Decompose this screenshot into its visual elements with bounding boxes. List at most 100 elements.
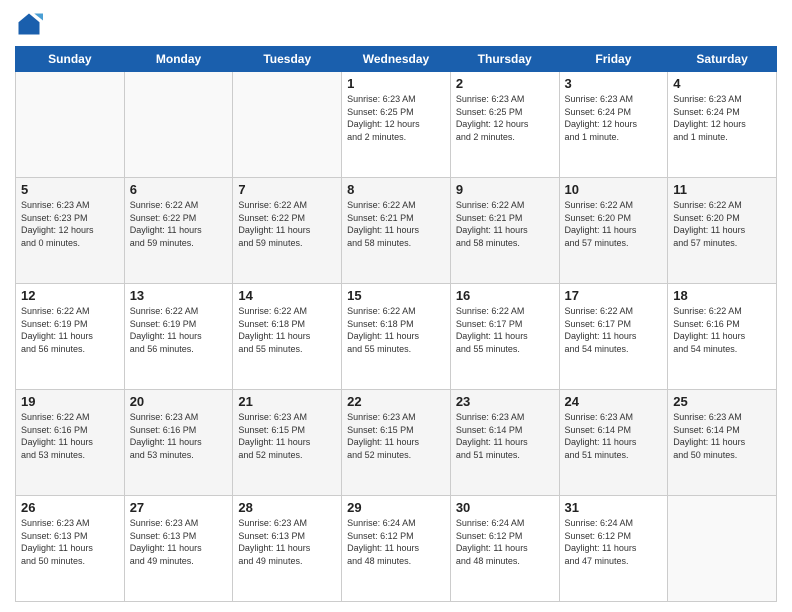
calendar-cell: 9 Sunrise: 6:22 AM Sunset: 6:21 PM Daylig… <box>450 178 559 284</box>
calendar-cell: 11Sunrise: 6:22 AM Sunset: 6:20 PM Dayli… <box>668 178 777 284</box>
day-info: Sunrise: 6:22 AM Sunset: 6:16 PM Dayligh… <box>673 305 771 355</box>
weekday-header-saturday: Saturday <box>668 47 777 72</box>
day-info: Sunrise: 6:23 AM Sunset: 6:15 PM Dayligh… <box>347 411 445 461</box>
calendar-cell: 15 Sunrise: 6:22 AM Sunset: 6:18 PM Dayli… <box>342 284 451 390</box>
day-number: 15 <box>347 288 445 303</box>
weekday-header-friday: Friday <box>559 47 668 72</box>
calendar-cell: 14 Sunrise: 6:22 AM Sunset: 6:18 PM Dayli… <box>233 284 342 390</box>
calendar-cell: 21 Sunrise: 6:23 AM Sunset: 6:15 PM Dayli… <box>233 390 342 496</box>
calendar-cell: 23 Sunrise: 6:23 AM Sunset: 6:14 PM Dayli… <box>450 390 559 496</box>
weekday-header-wednesday: Wednesday <box>342 47 451 72</box>
day-number: 3 <box>565 76 663 91</box>
day-number: 11 <box>673 182 771 197</box>
calendar-week-3: 19 Sunrise: 6:22 AM Sunset: 6:16 PM Dayli… <box>16 390 777 496</box>
calendar-cell: 6 Sunrise: 6:22 AM Sunset: 6:22 PM Daylig… <box>124 178 233 284</box>
calendar-cell: 20 Sunrise: 6:23 AM Sunset: 6:16 PM Dayli… <box>124 390 233 496</box>
calendar-cell: 2 Sunrise: 6:23 AM Sunset: 6:25 PM Daylig… <box>450 72 559 178</box>
day-number: 20 <box>130 394 228 409</box>
day-number: 24 <box>565 394 663 409</box>
day-info: Sunrise: 6:22 AM Sunset: 6:18 PM Dayligh… <box>347 305 445 355</box>
day-info: Sunrise: 6:24 AM Sunset: 6:12 PM Dayligh… <box>347 517 445 567</box>
day-number: 7 <box>238 182 336 197</box>
logo-icon <box>15 10 43 38</box>
day-number: 2 <box>456 76 554 91</box>
day-number: 9 <box>456 182 554 197</box>
day-number: 23 <box>456 394 554 409</box>
weekday-header-sunday: Sunday <box>16 47 125 72</box>
weekday-header-row: SundayMondayTuesdayWednesdayThursdayFrid… <box>16 47 777 72</box>
day-info: Sunrise: 6:23 AM Sunset: 6:13 PM Dayligh… <box>238 517 336 567</box>
day-number: 10 <box>565 182 663 197</box>
weekday-header-tuesday: Tuesday <box>233 47 342 72</box>
day-number: 27 <box>130 500 228 515</box>
header <box>15 10 777 38</box>
day-info: Sunrise: 6:22 AM Sunset: 6:22 PM Dayligh… <box>238 199 336 249</box>
calendar-cell: 29 Sunrise: 6:24 AM Sunset: 6:12 PM Dayli… <box>342 496 451 602</box>
calendar-cell: 1 Sunrise: 6:23 AM Sunset: 6:25 PM Daylig… <box>342 72 451 178</box>
calendar-week-2: 12 Sunrise: 6:22 AM Sunset: 6:19 PM Dayli… <box>16 284 777 390</box>
calendar-cell: 25 Sunrise: 6:23 AM Sunset: 6:14 PM Dayli… <box>668 390 777 496</box>
calendar-cell: 26 Sunrise: 6:23 AM Sunset: 6:13 PM Dayli… <box>16 496 125 602</box>
day-info: Sunrise: 6:23 AM Sunset: 6:14 PM Dayligh… <box>673 411 771 461</box>
day-number: 19 <box>21 394 119 409</box>
day-info: Sunrise: 6:22 AM Sunset: 6:22 PM Dayligh… <box>130 199 228 249</box>
day-number: 12 <box>21 288 119 303</box>
day-info: Sunrise: 6:23 AM Sunset: 6:24 PM Dayligh… <box>565 93 663 143</box>
calendar-cell: 19 Sunrise: 6:22 AM Sunset: 6:16 PM Dayli… <box>16 390 125 496</box>
day-info: Sunrise: 6:24 AM Sunset: 6:12 PM Dayligh… <box>565 517 663 567</box>
day-info: Sunrise: 6:23 AM Sunset: 6:13 PM Dayligh… <box>130 517 228 567</box>
day-number: 1 <box>347 76 445 91</box>
calendar-cell: 7 Sunrise: 6:22 AM Sunset: 6:22 PM Daylig… <box>233 178 342 284</box>
day-number: 6 <box>130 182 228 197</box>
day-info: Sunrise: 6:23 AM Sunset: 6:14 PM Dayligh… <box>565 411 663 461</box>
day-number: 28 <box>238 500 336 515</box>
calendar-cell <box>124 72 233 178</box>
day-info: Sunrise: 6:22 AM Sunset: 6:20 PM Dayligh… <box>565 199 663 249</box>
day-info: Sunrise: 6:22 AM Sunset: 6:16 PM Dayligh… <box>21 411 119 461</box>
day-info: Sunrise: 6:23 AM Sunset: 6:14 PM Dayligh… <box>456 411 554 461</box>
day-info: Sunrise: 6:22 AM Sunset: 6:18 PM Dayligh… <box>238 305 336 355</box>
day-info: Sunrise: 6:23 AM Sunset: 6:25 PM Dayligh… <box>456 93 554 143</box>
calendar-cell: 28 Sunrise: 6:23 AM Sunset: 6:13 PM Dayli… <box>233 496 342 602</box>
day-number: 25 <box>673 394 771 409</box>
calendar-cell <box>233 72 342 178</box>
day-info: Sunrise: 6:23 AM Sunset: 6:16 PM Dayligh… <box>130 411 228 461</box>
day-info: Sunrise: 6:23 AM Sunset: 6:15 PM Dayligh… <box>238 411 336 461</box>
day-info: Sunrise: 6:22 AM Sunset: 6:17 PM Dayligh… <box>565 305 663 355</box>
day-number: 26 <box>21 500 119 515</box>
day-info: Sunrise: 6:23 AM Sunset: 6:13 PM Dayligh… <box>21 517 119 567</box>
calendar-cell: 17Sunrise: 6:22 AM Sunset: 6:17 PM Dayli… <box>559 284 668 390</box>
day-info: Sunrise: 6:22 AM Sunset: 6:21 PM Dayligh… <box>456 199 554 249</box>
day-info: Sunrise: 6:23 AM Sunset: 6:24 PM Dayligh… <box>673 93 771 143</box>
calendar-cell: 12 Sunrise: 6:22 AM Sunset: 6:19 PM Dayli… <box>16 284 125 390</box>
calendar-cell: 13Sunrise: 6:22 AM Sunset: 6:19 PM Dayli… <box>124 284 233 390</box>
day-number: 21 <box>238 394 336 409</box>
day-number: 16 <box>456 288 554 303</box>
calendar-cell: 30 Sunrise: 6:24 AM Sunset: 6:12 PM Dayli… <box>450 496 559 602</box>
calendar: SundayMondayTuesdayWednesdayThursdayFrid… <box>15 46 777 602</box>
day-number: 4 <box>673 76 771 91</box>
calendar-cell: 8Sunrise: 6:22 AM Sunset: 6:21 PM Daylig… <box>342 178 451 284</box>
calendar-cell: 27 Sunrise: 6:23 AM Sunset: 6:13 PM Dayli… <box>124 496 233 602</box>
calendar-week-4: 26 Sunrise: 6:23 AM Sunset: 6:13 PM Dayli… <box>16 496 777 602</box>
weekday-header-thursday: Thursday <box>450 47 559 72</box>
day-info: Sunrise: 6:24 AM Sunset: 6:12 PM Dayligh… <box>456 517 554 567</box>
day-number: 29 <box>347 500 445 515</box>
calendar-week-1: 5 Sunrise: 6:23 AM Sunset: 6:23 PM Daylig… <box>16 178 777 284</box>
calendar-cell: 18 Sunrise: 6:22 AM Sunset: 6:16 PM Dayli… <box>668 284 777 390</box>
day-info: Sunrise: 6:23 AM Sunset: 6:23 PM Dayligh… <box>21 199 119 249</box>
day-number: 14 <box>238 288 336 303</box>
calendar-cell: 3 Sunrise: 6:23 AM Sunset: 6:24 PM Daylig… <box>559 72 668 178</box>
calendar-cell: 16 Sunrise: 6:22 AM Sunset: 6:17 PM Dayli… <box>450 284 559 390</box>
day-info: Sunrise: 6:22 AM Sunset: 6:17 PM Dayligh… <box>456 305 554 355</box>
logo <box>15 10 47 38</box>
day-number: 18 <box>673 288 771 303</box>
day-info: Sunrise: 6:22 AM Sunset: 6:21 PM Dayligh… <box>347 199 445 249</box>
day-number: 5 <box>21 182 119 197</box>
calendar-cell <box>668 496 777 602</box>
day-info: Sunrise: 6:22 AM Sunset: 6:19 PM Dayligh… <box>21 305 119 355</box>
day-number: 30 <box>456 500 554 515</box>
weekday-header-monday: Monday <box>124 47 233 72</box>
page: SundayMondayTuesdayWednesdayThursdayFrid… <box>0 0 792 612</box>
day-info: Sunrise: 6:23 AM Sunset: 6:25 PM Dayligh… <box>347 93 445 143</box>
